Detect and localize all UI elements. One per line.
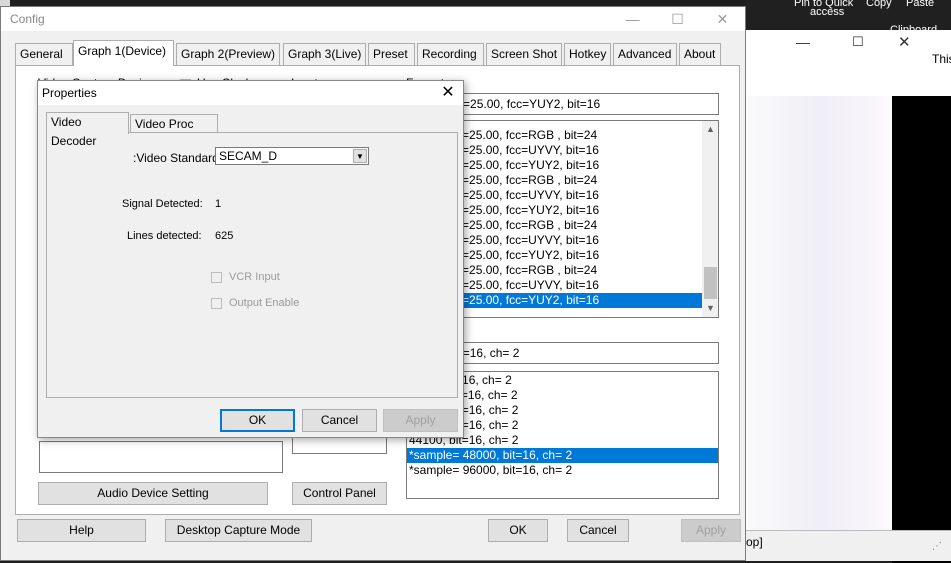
tab-hotkey[interactable]: Hotkey [564, 43, 611, 65]
apply-button[interactable]: Apply [681, 519, 741, 542]
audio-device-setting-button[interactable]: Audio Device Setting [38, 482, 268, 505]
tab-about[interactable]: About [679, 43, 721, 65]
close-icon[interactable]: ✕ [433, 81, 463, 105]
tab-graph2-preview[interactable]: Graph 2(Preview) [176, 43, 280, 65]
properties-titlebar: Properties ✕ [38, 81, 463, 105]
audio-device-field[interactable] [39, 441, 283, 473]
output-enable-checkbox[interactable] [211, 298, 222, 309]
video-black-region [892, 96, 951, 563]
properties-apply-button[interactable]: Apply [383, 409, 458, 432]
video-decoder-panel: :Video Standard SECAM_D ▼ Signal Detecte… [46, 132, 458, 398]
properties-cancel-button[interactable]: Cancel [302, 409, 377, 432]
tab-screen-shot[interactable]: Screen Shot [486, 43, 562, 65]
list-item[interactable]: *sample= 96000, bit=16, ch= 2 [407, 463, 718, 478]
audio-input-field[interactable] [292, 436, 387, 454]
tab-graph3-live[interactable]: Graph 3(Live) [283, 43, 366, 65]
background-video-window: — ☐ ✕ This op] ⋰ [746, 30, 951, 563]
tab-video-proc-amp[interactable]: Video Proc Amp [130, 114, 218, 150]
status-bar: op] ⋰ [746, 530, 951, 561]
maximize-icon[interactable]: ☐ [655, 7, 700, 31]
chevron-down-icon[interactable]: ▼ [353, 149, 367, 163]
tab-general[interactable]: General [15, 43, 73, 65]
tab-preset[interactable]: Preset [368, 43, 415, 65]
ok-button[interactable]: OK [488, 519, 548, 542]
tab-advanced[interactable]: Advanced [613, 43, 677, 65]
resize-grip-icon[interactable]: ⋰ [932, 541, 942, 552]
properties-title: Properties [42, 86, 97, 100]
scroll-down-icon[interactable]: ▼ [702, 300, 718, 317]
tab-recording[interactable]: Recording [417, 43, 484, 65]
tab-video-decoder[interactable]: Video Decoder [46, 112, 129, 148]
list-item[interactable]: *sample= 48000, bit=16, ch= 2 [407, 448, 718, 463]
scroll-thumb[interactable] [704, 267, 717, 299]
scroll-up-icon[interactable]: ▲ [702, 121, 718, 138]
minimize-icon[interactable]: — [610, 7, 655, 31]
tab-graph1-device[interactable]: Graph 1(Device) [73, 40, 174, 66]
close-icon[interactable]: ✕ [700, 7, 745, 31]
format-scrollbar[interactable]: ▲ ▼ [702, 121, 718, 317]
properties-ok-button[interactable]: OK [220, 409, 295, 432]
close-icon[interactable]: ✕ [898, 33, 911, 51]
config-titlebar: Config — ☐ ✕ [1, 7, 745, 31]
minimize-icon[interactable]: — [796, 34, 810, 50]
video-standard-select[interactable]: SECAM_D ▼ [215, 147, 369, 165]
lines-detected-value: 625 [215, 230, 234, 242]
maximize-icon[interactable]: ☐ [852, 34, 864, 50]
properties-dialog: Properties ✕ Video Decoder Video Proc Am… [37, 80, 464, 438]
config-title: Config [10, 12, 45, 26]
signal-detected-value: 1 [215, 198, 222, 210]
cancel-button[interactable]: Cancel [567, 519, 629, 542]
help-button[interactable]: Help [17, 519, 146, 542]
vcr-input-checkbox[interactable] [211, 272, 222, 283]
desktop-capture-mode-button[interactable]: Desktop Capture Mode [165, 519, 312, 542]
control-panel-button[interactable]: Control Panel [292, 482, 387, 505]
